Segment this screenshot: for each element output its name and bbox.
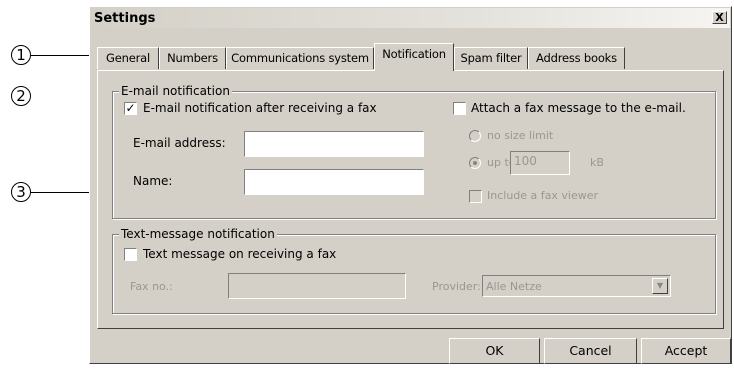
provider-select[interactable]: Alle Netze ▼ — [482, 275, 671, 297]
provider-label: Provider: — [432, 280, 481, 293]
include-fax-viewer-checkbox[interactable] — [469, 190, 482, 203]
fax-no-label: Fax no.: — [130, 280, 173, 293]
sms-notification-group: Text-message notification Text message o… — [112, 227, 716, 314]
sms-checkbox[interactable] — [124, 248, 137, 261]
chevron-down-icon[interactable]: ▼ — [652, 278, 668, 294]
email-address-input[interactable] — [244, 131, 424, 157]
email-after-fax-checkbox[interactable]: ✓ — [124, 102, 137, 115]
email-group-title: E-mail notification — [119, 84, 232, 98]
size-unit-label: kB — [590, 156, 604, 169]
close-icon: X — [715, 11, 724, 24]
fax-no-input[interactable] — [228, 273, 406, 299]
attach-fax-label: Attach a fax message to the e-mail. — [471, 101, 686, 115]
tab-communications-system[interactable]: Communications system — [226, 47, 374, 69]
name-label: Name: — [133, 174, 173, 188]
settings-dialog: Settings X General Numbers Communication… — [89, 6, 732, 364]
cancel-button[interactable]: Cancel — [544, 338, 637, 364]
notification-panel: E-mail notification ✓ E-mail notificatio… — [97, 70, 724, 329]
dialog-title: Settings — [94, 11, 156, 26]
callout-1: 1 — [11, 45, 31, 65]
checkmark-icon: ✓ — [125, 101, 136, 115]
sms-group-title: Text-message notification — [119, 227, 277, 241]
email-notification-group: E-mail notification ✓ E-mail notificatio… — [112, 84, 716, 219]
up-to-radio[interactable] — [469, 157, 481, 169]
callout-2: 2 — [11, 86, 31, 106]
tab-spam-filter[interactable]: Spam filter — [454, 47, 528, 69]
tab-address-books[interactable]: Address books — [528, 47, 625, 69]
ok-button[interactable]: OK — [449, 338, 540, 364]
callout-3-line — [31, 192, 91, 193]
email-after-fax-label: E-mail notification after receiving a fa… — [143, 101, 377, 115]
size-limit-input[interactable]: 100 — [510, 151, 570, 175]
email-address-label: E-mail address: — [133, 136, 226, 150]
include-fax-viewer-label: Include a fax viewer — [487, 189, 599, 202]
callout-1-line — [31, 55, 91, 56]
attach-fax-checkbox[interactable] — [453, 102, 466, 115]
provider-value: Alle Netze — [486, 280, 542, 293]
no-size-limit-radio[interactable] — [469, 130, 481, 142]
tab-numbers[interactable]: Numbers — [159, 47, 226, 69]
title-bar[interactable]: Settings X — [91, 8, 730, 28]
name-input[interactable] — [244, 169, 424, 195]
no-size-limit-label: no size limit — [487, 129, 554, 142]
close-button[interactable]: X — [712, 11, 727, 24]
tab-notification[interactable]: Notification — [374, 43, 454, 71]
accept-button[interactable]: Accept — [641, 338, 731, 364]
tab-general[interactable]: General — [97, 47, 159, 69]
sms-checkbox-label: Text message on receiving a fax — [143, 247, 337, 261]
callout-3: 3 — [11, 182, 31, 202]
